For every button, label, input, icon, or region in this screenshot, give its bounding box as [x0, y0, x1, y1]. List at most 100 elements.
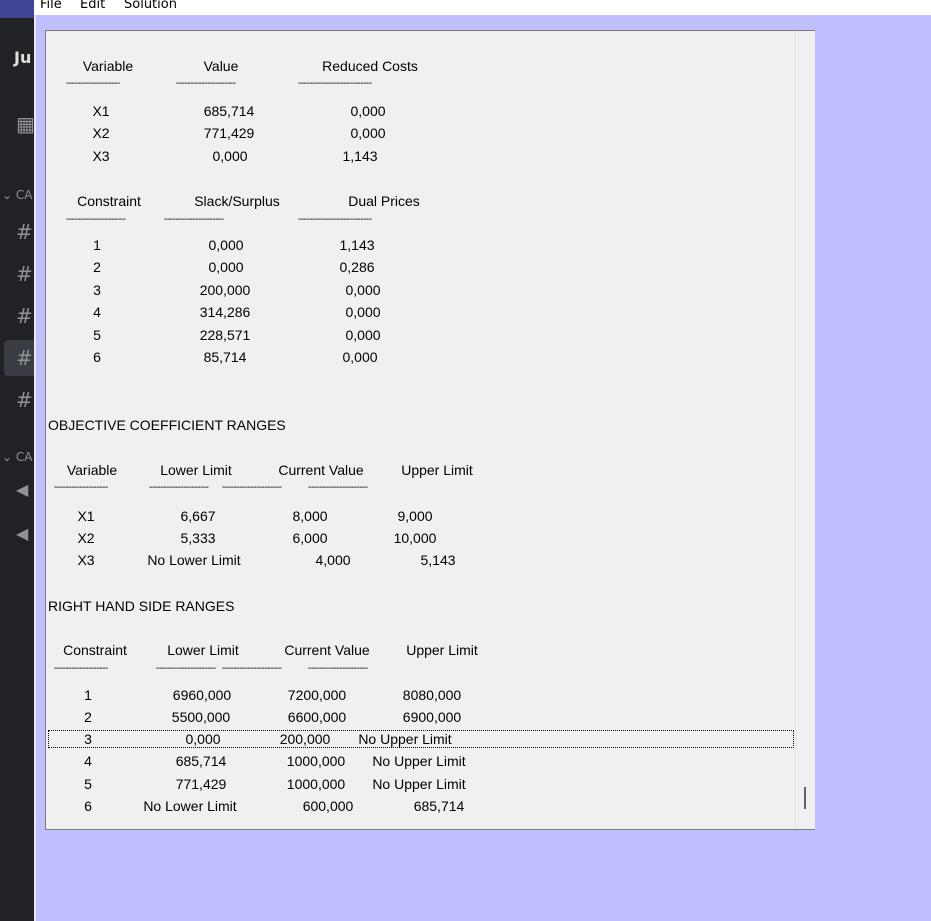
objective-variable: X2: [77, 530, 95, 546]
window-border: [34, 15, 36, 921]
rhs-current-value: 600,000: [302, 798, 354, 814]
rhs-lower-limit: No Lower Limit: [143, 798, 237, 814]
divider: ---------------------: [222, 663, 282, 674]
objective-lower-limit: No Lower Limit: [147, 552, 241, 568]
divider: ---------------------: [164, 214, 224, 225]
constraint-slack: 314,286: [199, 304, 251, 320]
variable-reduced-cost: 0,000: [350, 103, 386, 119]
rhs-current-value: 200,000: [279, 731, 331, 747]
solution-output-panel[interactable]: Variable Value Reduced Costs -----------…: [45, 30, 815, 830]
background-app-accent: [0, 0, 34, 18]
channel-hash-icon: #: [16, 388, 33, 412]
background-app-title: Ju: [14, 48, 32, 67]
rhs-current-value: 7200,000: [287, 687, 347, 703]
divider: ---------------------: [149, 482, 209, 493]
rhs-constraint: 4: [84, 753, 92, 769]
background-category: ⌄ CA: [2, 450, 33, 464]
constraint-dual-price: 0,000: [345, 327, 381, 343]
rhs-constraint: 1: [84, 687, 92, 703]
rhs-upper-limit: 6900,000: [402, 709, 462, 725]
variables-header-variable: Variable: [82, 58, 134, 74]
channel-hash-icon: #: [16, 262, 33, 286]
objective-lower-limit: 6,667: [180, 508, 216, 524]
rhs-constraint: 6: [84, 798, 92, 814]
constraint-dual-price: 1,143: [339, 237, 375, 253]
objective-ranges-title: OBJECTIVE COEFFICIENT RANGES: [48, 417, 286, 433]
menu-bar: File Edit Solution: [34, 0, 931, 15]
objective-header-lower-limit: Lower Limit: [160, 462, 232, 478]
rhs-upper-limit: No Upper Limit: [372, 753, 466, 769]
constraints-header-constraint: Constraint: [77, 193, 141, 209]
menu-edit[interactable]: Edit: [80, 0, 105, 11]
menu-file[interactable]: File: [40, 0, 62, 11]
rhs-header-lower-limit: Lower Limit: [167, 642, 239, 658]
channel-hash-icon: #: [16, 346, 33, 370]
variable-name: X2: [92, 125, 110, 141]
rhs-lower-limit: 0,000: [185, 731, 221, 747]
divider: ---------------------: [156, 663, 216, 674]
divider: ---------------------: [176, 78, 236, 89]
rhs-constraint: 5: [84, 776, 92, 792]
divider: ---------------------: [308, 663, 368, 674]
objective-current-value: 6,000: [292, 530, 328, 546]
constraint-dual-price: 0,000: [345, 282, 381, 298]
channel-hash-icon: #: [16, 220, 33, 244]
divider: -------------------: [54, 482, 108, 493]
divider: --------------------------: [298, 78, 372, 89]
scrollbar-thumb[interactable]: [804, 787, 806, 809]
constraint-id: 1: [93, 237, 101, 253]
constraint-id: 2: [93, 259, 101, 275]
constraint-id: 5: [93, 327, 101, 343]
constraint-slack: 85,714: [203, 349, 247, 365]
speaker-icon: ◀: [16, 480, 29, 499]
speaker-icon: ◀: [16, 524, 29, 543]
vertical-scrollbar[interactable]: [795, 31, 815, 829]
constraint-id: 4: [93, 304, 101, 320]
variable-value: 685,714: [203, 103, 255, 119]
objective-variable: X1: [77, 508, 95, 524]
rhs-lower-limit: 685,714: [175, 753, 227, 769]
background-category: ⌄ CA: [2, 188, 33, 202]
rhs-current-value: 1000,000: [286, 776, 346, 792]
rhs-ranges-title: RIGHT HAND SIDE RANGES: [48, 598, 235, 614]
rhs-constraint: 2: [84, 709, 92, 725]
rhs-lower-limit: 771,429: [175, 776, 227, 792]
constraint-dual-price: 0,000: [342, 349, 378, 365]
variables-header-value: Value: [203, 58, 239, 74]
constraint-slack: 228,571: [199, 327, 251, 343]
objective-upper-limit: 5,143: [420, 552, 456, 568]
divider: -------------------: [66, 78, 120, 89]
rhs-lower-limit: 6960,000: [172, 687, 232, 703]
variable-name: X1: [92, 103, 110, 119]
constraint-slack: 0,000: [208, 237, 244, 253]
variables-header-reduced-costs: Reduced Costs: [322, 58, 418, 74]
divider: ---------------------: [222, 482, 282, 493]
variable-value: 771,429: [203, 125, 255, 141]
divider: ---------------------: [66, 214, 126, 225]
objective-header-upper-limit: Upper Limit: [401, 462, 473, 478]
constraints-header-dual-prices: Dual Prices: [348, 193, 420, 209]
divider: ---------------------: [308, 482, 368, 493]
background-app: Ju ▦ ⌄ CA # # # # # ⌄ CA ◀ ◀: [0, 0, 35, 921]
objective-variable: X3: [77, 552, 95, 568]
constraint-dual-price: 0,000: [345, 304, 381, 320]
objective-upper-limit: 10,000: [393, 530, 437, 546]
objective-lower-limit: 5,333: [180, 530, 216, 546]
objective-upper-limit: 9,000: [397, 508, 433, 524]
rhs-header-constraint: Constraint: [63, 642, 127, 658]
constraint-dual-price: 0,286: [339, 259, 375, 275]
rhs-header-current-value: Current Value: [284, 642, 370, 658]
calendar-icon: ▦: [16, 112, 35, 136]
constraint-slack: 200,000: [199, 282, 251, 298]
rhs-upper-limit: No Upper Limit: [358, 731, 452, 747]
menu-solution[interactable]: Solution: [124, 0, 177, 11]
rhs-upper-limit: 8080,000: [402, 687, 462, 703]
rhs-header-upper-limit: Upper Limit: [406, 642, 478, 658]
rhs-upper-limit: 685,714: [413, 798, 465, 814]
constraints-header-slack-surplus: Slack/Surplus: [194, 193, 280, 209]
constraint-id: 6: [93, 349, 101, 365]
channel-hash-icon: #: [16, 304, 33, 328]
rhs-constraint: 3: [84, 731, 92, 747]
variable-reduced-cost: 1,143: [342, 148, 378, 164]
objective-current-value: 8,000: [292, 508, 328, 524]
